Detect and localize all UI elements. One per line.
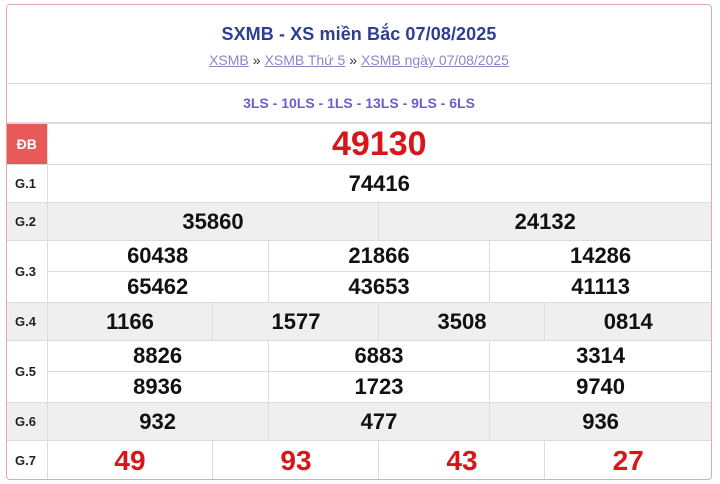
- prize-number: 9740: [490, 371, 711, 402]
- prize-number: 49: [46, 440, 214, 479]
- prize-label-g2: G.2: [7, 202, 48, 241]
- prize-number: 60438: [127, 243, 189, 268]
- prize-number: 932: [46, 402, 269, 441]
- breadcrumb-link-xsmb-thu5[interactable]: XSMB Thứ 5: [265, 52, 346, 68]
- draw-codes: 3LS - 10LS - 1LS - 13LS - 9LS - 6LS: [7, 84, 711, 123]
- prize-number: 936: [489, 402, 711, 441]
- prize-number: 3314: [576, 343, 626, 368]
- prize-label-g3: G.3: [7, 240, 48, 303]
- breadcrumb: XSMB» XSMB Thứ 5» XSMB ngày 07/08/2025: [7, 52, 711, 68]
- prize-label-g5: G.5: [7, 340, 48, 403]
- prize-number: 35860: [46, 202, 380, 241]
- prize-number: 24132: [378, 202, 711, 241]
- prize-number: 8936: [47, 371, 268, 402]
- prize-number: 43: [378, 440, 546, 479]
- prize-number: 477: [267, 402, 491, 441]
- prize-row-g3: G.3 60438 65462 21866 43653 14286 41113: [7, 240, 711, 303]
- special-prize-number: 49130: [46, 123, 711, 165]
- prize-cell: 8826 8936: [46, 340, 269, 403]
- prize-label-g1: G.1: [7, 164, 48, 203]
- prize-cell: 6883 1723: [267, 340, 491, 403]
- prize-number: 1723: [268, 371, 490, 402]
- prize-row-g4: G.4 1166 1577 3508 0814: [7, 302, 711, 341]
- prize-number: 43653: [268, 271, 490, 302]
- page-title: SXMB - XS miền Bắc 07/08/2025: [221, 24, 497, 44]
- prize-row-g6: G.6 932 477 936: [7, 402, 711, 441]
- prize-number: 27: [544, 440, 711, 479]
- prize-number: 0814: [544, 302, 711, 341]
- prize-number: 65462: [47, 271, 268, 302]
- prize-number: 1166: [46, 302, 214, 341]
- prize-cell: 21866 43653: [267, 240, 491, 303]
- prize-row-db: ĐB 49130: [7, 123, 711, 165]
- prize-label-g4: G.4: [7, 302, 48, 341]
- prize-label-g6: G.6: [7, 402, 48, 441]
- prize-cell: 3314 9740: [489, 340, 711, 403]
- prize-number: 21866: [348, 243, 410, 268]
- prize-cell: 60438 65462: [46, 240, 269, 303]
- prize-number: 74416: [46, 164, 711, 203]
- breadcrumb-separator: »: [252, 52, 261, 68]
- results-header: SXMB - XS miền Bắc 07/08/2025 XSMB» XSMB …: [7, 5, 711, 84]
- prize-number: 93: [212, 440, 380, 479]
- prize-number: 14286: [569, 243, 632, 268]
- results-table: ĐB 49130 G.1 74416 G.2 35860 24132 G.3 6…: [7, 123, 711, 479]
- prize-number: 6883: [354, 343, 404, 368]
- prize-row-g5: G.5 8826 8936 6883 1723 3314 9740: [7, 340, 711, 403]
- results-card: SXMB - XS miền Bắc 07/08/2025 XSMB» XSMB …: [6, 4, 712, 480]
- breadcrumb-link-xsmb-date[interactable]: XSMB ngày 07/08/2025: [361, 52, 509, 68]
- prize-row-g1: G.1 74416: [7, 164, 711, 203]
- breadcrumb-separator: »: [349, 52, 358, 68]
- prize-cell: 14286 41113: [489, 240, 711, 303]
- prize-label-db: ĐB: [7, 123, 48, 165]
- prize-number: 3508: [378, 302, 546, 341]
- prize-number: 8826: [133, 343, 183, 368]
- prize-number: 1577: [212, 302, 380, 341]
- prize-number: 41113: [490, 271, 711, 302]
- prize-row-g7: G.7 49 93 43 27: [7, 440, 711, 479]
- prize-row-g2: G.2 35860 24132: [7, 202, 711, 241]
- breadcrumb-link-xsmb[interactable]: XSMB: [209, 52, 249, 68]
- prize-label-g7: G.7: [7, 440, 48, 479]
